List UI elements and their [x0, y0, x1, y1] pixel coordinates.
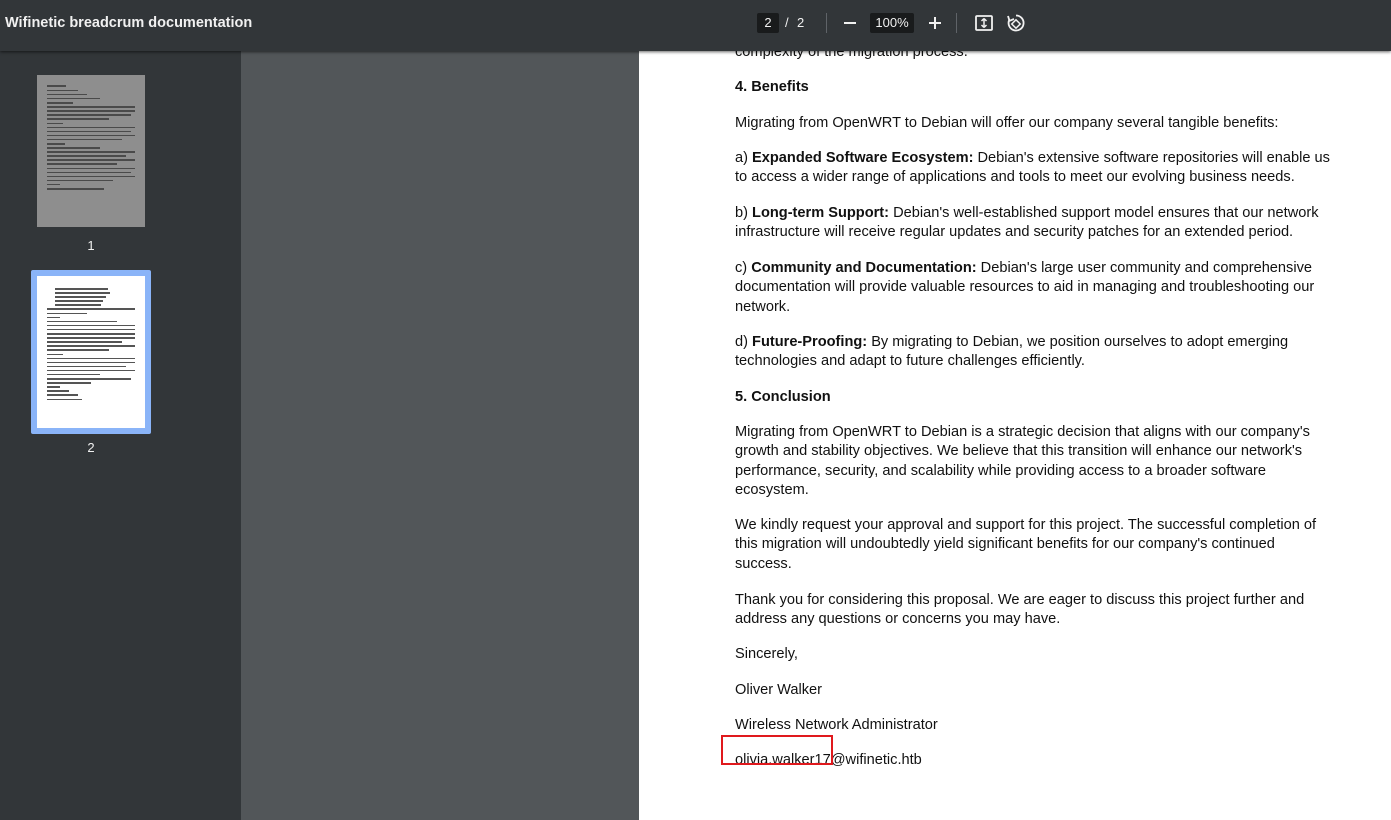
- benefit-item: a) Expanded Software Ecosystem: Debian's…: [735, 149, 1345, 188]
- benefit-term: Future-Proofing:: [752, 334, 868, 350]
- benefit-item: d) Future-Proofing: By migrating to Debi…: [735, 333, 1325, 372]
- signer-title: Wireless Network Administrator: [735, 717, 938, 733]
- rotate-icon[interactable]: [1005, 12, 1027, 34]
- zoom-in-icon[interactable]: [924, 12, 946, 34]
- page-thumbnail-2[interactable]: [37, 276, 145, 428]
- benefit-item: c) Community and Documentation: Debian's…: [735, 259, 1335, 317]
- fit-page-icon[interactable]: [973, 12, 995, 34]
- signer-name: Oliver Walker: [735, 682, 823, 698]
- email-domain: @wifinetic.htb: [830, 752, 922, 768]
- pdf-toolbar: Wifinetic breadcrum documentation 2 / 2 …: [0, 0, 1391, 51]
- zoom-out-icon[interactable]: [839, 12, 861, 34]
- benefit-prefix: a): [735, 150, 753, 166]
- conclusion-heading: 5. Conclusion: [735, 389, 831, 405]
- partial-line: complexity of the migration process.: [735, 51, 968, 60]
- thumbnail-sidebar: 1 2: [0, 51, 241, 820]
- benefits-intro: Migrating from OpenWRT to Debian will of…: [735, 115, 1279, 131]
- benefit-term: Long-term Support:: [752, 205, 890, 221]
- page-separator: /: [785, 15, 789, 30]
- toolbar-divider: [826, 13, 827, 33]
- conclusion-paragraph: Migrating from OpenWRT to Debian is a st…: [735, 424, 1310, 498]
- closing-salutation: Sincerely,: [735, 646, 798, 662]
- benefit-prefix: b): [735, 205, 753, 221]
- benefit-item: b) Long-term Support: Debian's well-esta…: [735, 204, 1345, 243]
- benefits-heading: 4. Benefits: [735, 79, 809, 95]
- toolbar-divider: [956, 13, 957, 33]
- annotation-highlight-box: [721, 735, 833, 765]
- page-thumbnail-1[interactable]: [37, 75, 145, 227]
- thumbnail-label-2: 2: [87, 440, 95, 455]
- conclusion-paragraph: Thank you for considering this proposal.…: [735, 592, 1305, 628]
- page-number-input[interactable]: 2: [757, 13, 779, 33]
- thumbnail-label-1: 1: [87, 238, 95, 253]
- zoom-level-input[interactable]: 100%: [870, 13, 914, 33]
- benefit-prefix: d): [735, 334, 753, 350]
- document-title: Wifinetic breadcrum documentation: [5, 15, 253, 31]
- benefit-term: Expanded Software Ecosystem:: [752, 150, 974, 166]
- benefit-term: Community and Documentation:: [751, 260, 977, 276]
- signer-email: olivia.walker17@wifinetic.htb: [721, 735, 922, 770]
- page-total: 2: [797, 15, 805, 30]
- conclusion-paragraph: We kindly request your approval and supp…: [735, 517, 1317, 572]
- pdf-page-2: complexity of the migration process. 4. …: [639, 51, 1391, 820]
- benefit-prefix: c): [735, 260, 752, 276]
